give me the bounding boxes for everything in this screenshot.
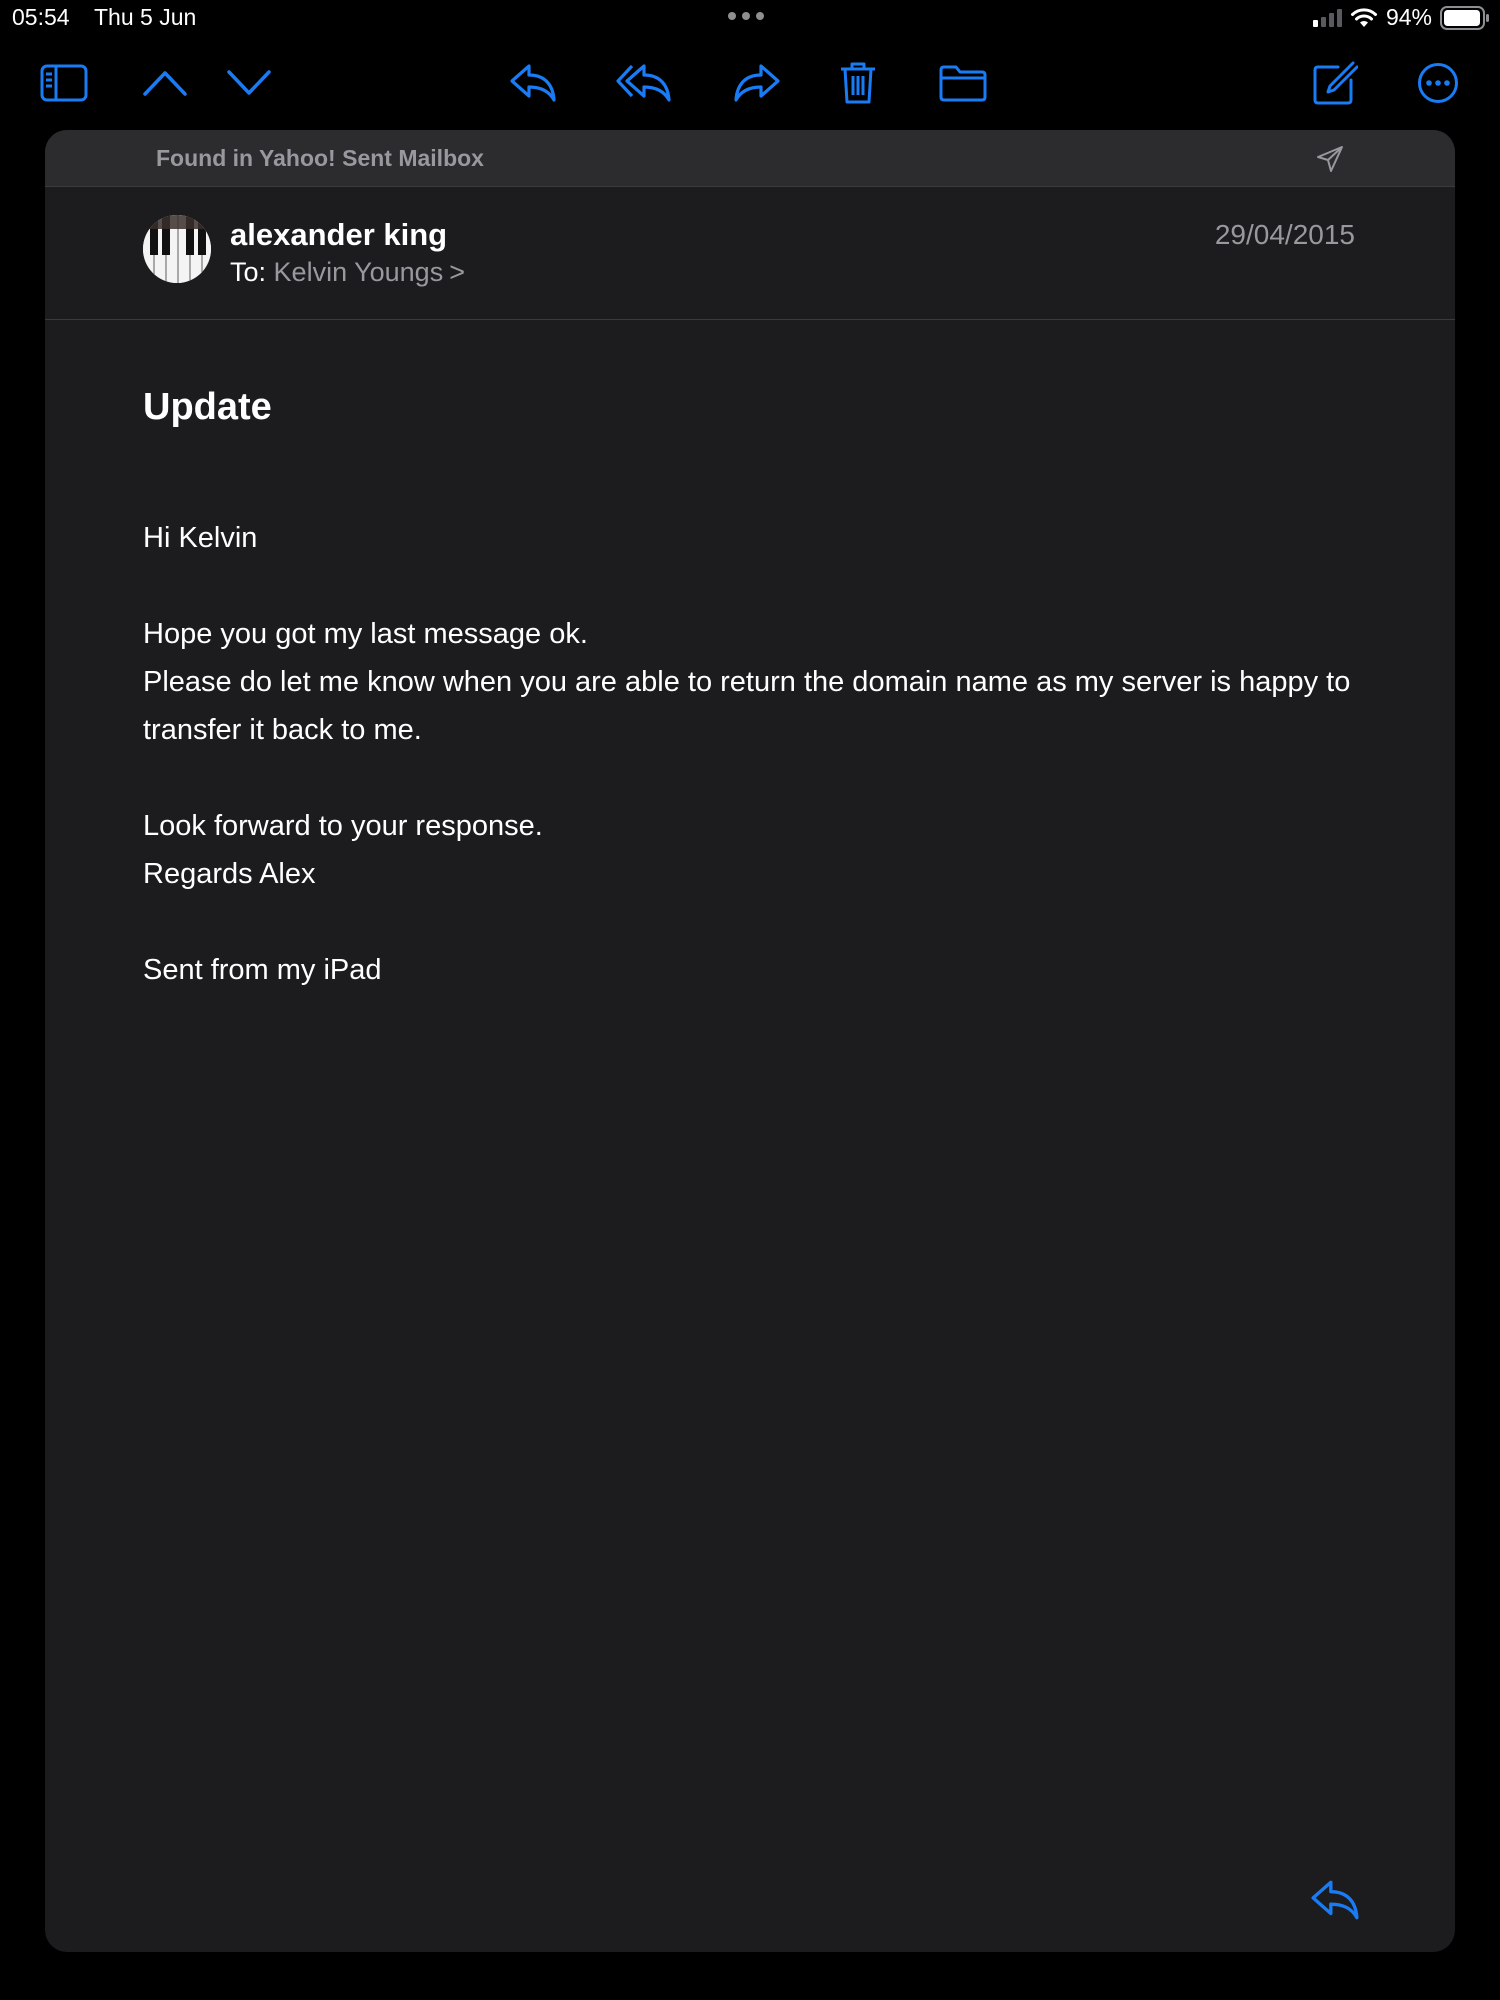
compose-button[interactable] — [1305, 52, 1365, 114]
next-message-button[interactable] — [219, 52, 279, 114]
reply-icon — [1311, 1880, 1359, 1920]
message-subject: Update — [143, 386, 272, 428]
sender-avatar[interactable] — [143, 215, 211, 283]
more-icon — [1418, 63, 1458, 103]
wifi-icon — [1350, 7, 1377, 27]
reply-all-button[interactable] — [614, 52, 674, 114]
chevron-down-icon — [227, 70, 271, 95]
trash-icon — [841, 62, 875, 104]
paper-plane-icon — [1317, 146, 1343, 172]
message-view: Found in Yahoo! Sent Mailbox alexander k… — [45, 130, 1455, 1952]
reply-icon — [510, 64, 556, 102]
multitasking-dots-icon[interactable] — [728, 12, 764, 20]
reply-button[interactable] — [503, 52, 563, 114]
message-date: 29/04/2015 — [1214, 219, 1355, 250]
reply-floating-button[interactable] — [1310, 1878, 1360, 1924]
chevron-up-icon — [143, 71, 187, 96]
to-label: To: — [230, 257, 267, 287]
move-to-folder-button[interactable] — [933, 52, 993, 114]
status-indicators: 94% — [1312, 4, 1490, 31]
message-body: Hi Kelvin Hope you got my last message o… — [143, 522, 1351, 986]
found-in-mailbox-text: Found in Yahoo! Sent Mailbox — [156, 145, 484, 171]
more-actions-button[interactable] — [1408, 52, 1468, 114]
previous-message-button[interactable] — [135, 52, 195, 114]
folder-icon — [939, 65, 987, 102]
cellular-signal-icon — [1312, 8, 1342, 27]
piano-keys-icon — [143, 215, 211, 283]
forward-icon — [734, 64, 780, 102]
sidebar-icon — [40, 64, 88, 102]
mail-toolbar — [0, 52, 1500, 118]
toggle-sidebar-button[interactable] — [34, 52, 94, 114]
sender-name[interactable]: alexander king — [230, 217, 447, 253]
status-time: 05:54 — [12, 4, 70, 30]
battery-percentage: 94% — [1385, 4, 1432, 30]
chevron-right-icon: > — [449, 257, 465, 287]
status-date: Thu 5 Jun — [94, 4, 197, 30]
forward-button[interactable] — [727, 52, 787, 114]
message-header: alexander king To: Kelvin Youngs > 29/04/… — [45, 187, 1455, 320]
found-in-mailbox-banner[interactable]: Found in Yahoo! Sent Mailbox — [45, 130, 1455, 187]
delete-button[interactable] — [828, 52, 888, 114]
battery-icon — [1440, 5, 1489, 30]
recipient-line[interactable]: To: Kelvin Youngs > — [230, 257, 465, 288]
recipient-name[interactable]: Kelvin Youngs — [274, 257, 444, 287]
reply-all-icon — [616, 64, 671, 102]
status-bar: 05:54 Thu 5 Jun 94% — [0, 0, 1500, 36]
compose-icon — [1313, 61, 1358, 105]
